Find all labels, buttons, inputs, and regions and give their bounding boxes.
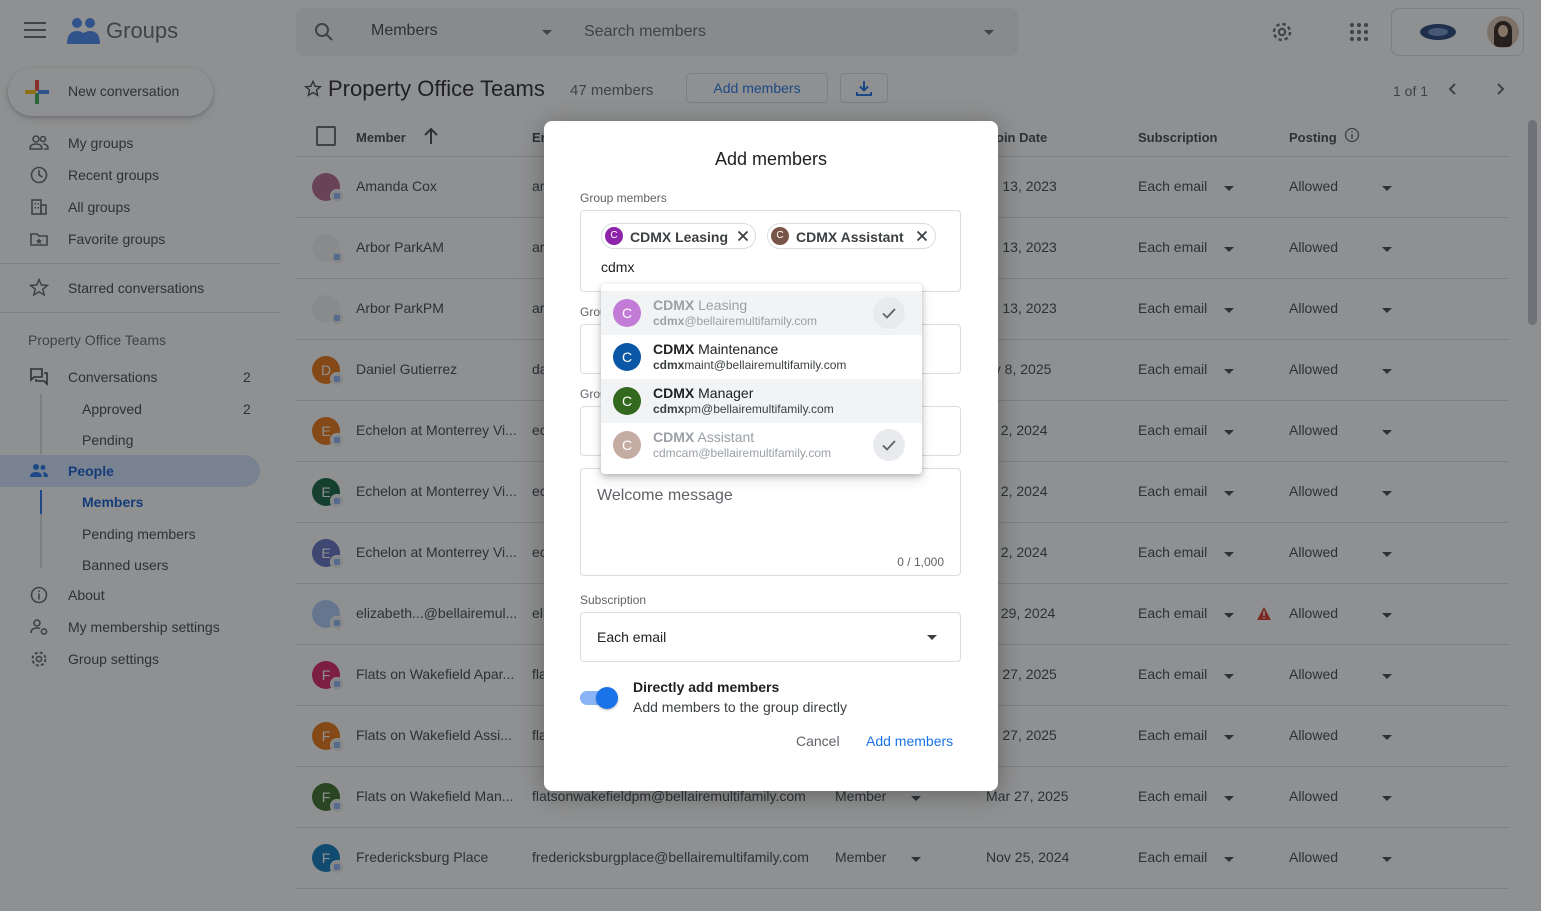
toggle-title: Directly add members [633,679,780,695]
member-chip-cdmx-assistant[interactable]: C CDMX Assistant [767,223,936,249]
remove-chip-close-icon[interactable] [737,230,749,242]
chip-label: CDMX Assistant [796,229,904,245]
member-chip-cdmx-leasing[interactable]: C CDMX Leasing [601,223,756,249]
suggestion-email: cdmxmaint@bellairemultifamily.com [653,358,847,372]
suggestion-email: cdmxpm@bellairemultifamily.com [653,402,834,416]
subscription-select[interactable]: Each email [580,612,961,662]
group-members-input[interactable]: cdmx [601,259,634,275]
group-members-field[interactable]: C CDMX Leasing C CDMX Assistant cdmx [580,210,961,292]
subscription-label: Subscription [580,593,647,607]
suggestion-item[interactable]: C CDMX Assistant cdmcam@bellairemultifamil… [601,423,922,467]
direct-add-toggle[interactable] [580,687,618,709]
suggestion-name: CDMX Manager [653,385,754,401]
dialog-title: Add members [714,149,828,169]
suggestion-item[interactable]: C CDMX Maintenance cdmxmaint@bellairemulti… [601,335,922,379]
suggestion-name: CDMX Assistant [653,429,755,445]
dropdown-caret-icon [927,635,937,640]
added-check-icon [873,429,905,461]
toggle-description: Add members to the group directly [633,699,847,715]
confirm-add-members-button[interactable]: Add members [866,733,953,749]
suggestion-avatar: C [613,387,641,415]
welcome-message-field[interactable]: Welcome message 0 / 1,000 [580,468,961,576]
suggestion-avatar: C [613,431,641,459]
suggestion-item[interactable]: C CDMX Leasing cdmx@bellairemultifamily.co… [601,291,922,335]
chip-label: CDMX Leasing [630,229,729,245]
member-suggestions-dropdown: C CDMX Leasing cdmx@bellairemultifamily.co… [601,284,922,474]
suggestion-avatar: C [613,299,641,327]
added-check-icon [873,297,905,329]
suggestion-name: CDMX Leasing [653,297,748,313]
suggestion-avatar: C [613,343,641,371]
character-counter: 0 / 1,000 [897,555,944,569]
suggestion-name: CDMX Maintenance [653,341,779,357]
group-members-label: Group members [580,191,667,205]
suggestion-item[interactable]: C CDMX Manager cdmxpm@bellairemultifamily.… [601,379,922,423]
app-root: Groups Members [0,0,1541,911]
remove-chip-close-icon[interactable] [916,230,928,242]
suggestion-email: cdmx@bellairemultifamily.com [653,314,818,328]
suggestion-email: cdmcam@bellairemultifamily.com [653,446,831,460]
subscription-value: Each email [597,629,667,645]
welcome-message-placeholder: Welcome message [597,487,733,504]
chip-avatar: C [605,227,623,245]
cancel-button[interactable]: Cancel [796,733,840,749]
chip-avatar: C [771,227,789,245]
